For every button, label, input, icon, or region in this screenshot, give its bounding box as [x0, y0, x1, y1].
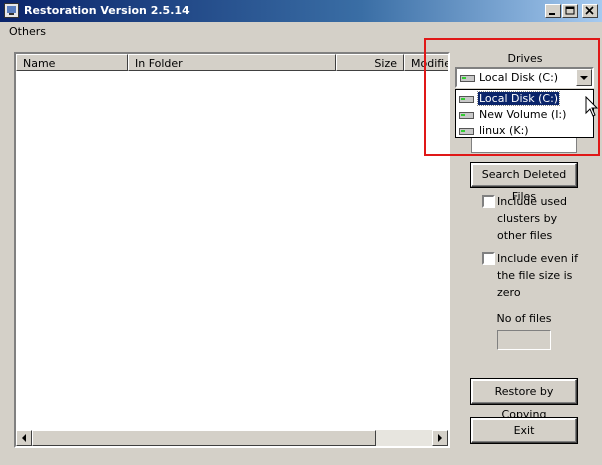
include-used-line-1: Include used: [497, 195, 567, 208]
column-name[interactable]: Name: [16, 54, 128, 71]
close-icon: [585, 6, 594, 15]
scroll-left-button[interactable]: [16, 430, 32, 446]
scroll-thumb[interactable]: [32, 430, 376, 446]
include-zero-size-label: Include even if the file size is zero: [497, 250, 583, 301]
include-used-line-2: clusters by: [497, 212, 558, 225]
include-used-line-3: other files: [497, 229, 553, 242]
include-zero-line-2: the file size is: [497, 269, 573, 282]
maximize-icon: [565, 6, 575, 15]
app-icon[interactable]: [4, 3, 19, 18]
minimize-icon: [549, 13, 555, 15]
horizontal-scrollbar[interactable]: [16, 430, 448, 446]
column-size[interactable]: Size: [336, 54, 404, 71]
file-list[interactable]: Name In Folder Size Modified: [14, 52, 450, 448]
no-of-files-label: No of files: [496, 312, 552, 325]
list-header: Name In Folder Size Modified: [16, 54, 448, 71]
restore-by-copying-button[interactable]: Restore by Copying: [471, 379, 577, 421]
include-used-label: Include used clusters by other files: [497, 193, 583, 244]
close-button[interactable]: [582, 4, 598, 18]
highlight-box: [424, 38, 600, 156]
minimize-button[interactable]: [545, 4, 561, 18]
menu-others[interactable]: Others: [8, 25, 47, 38]
include-zero-size-checkbox[interactable]: [482, 252, 495, 265]
maximize-button[interactable]: [562, 4, 578, 18]
include-zero-line-3: zero: [497, 286, 521, 299]
arrow-right-icon: [438, 434, 442, 442]
search-deleted-files-button[interactable]: Search Deleted Files: [471, 163, 577, 203]
scroll-right-button[interactable]: [432, 430, 448, 446]
arrow-left-icon: [22, 434, 26, 442]
include-zero-line-1: Include even if: [497, 252, 578, 265]
include-used-checkbox[interactable]: [482, 195, 495, 208]
title-bar: Restoration Version 2.5.14: [0, 0, 602, 22]
window-title: Restoration Version 2.5.14: [24, 4, 190, 17]
exit-button[interactable]: Exit: [471, 418, 577, 443]
no-of-files-field: [497, 330, 551, 350]
column-in-folder[interactable]: In Folder: [128, 54, 336, 71]
